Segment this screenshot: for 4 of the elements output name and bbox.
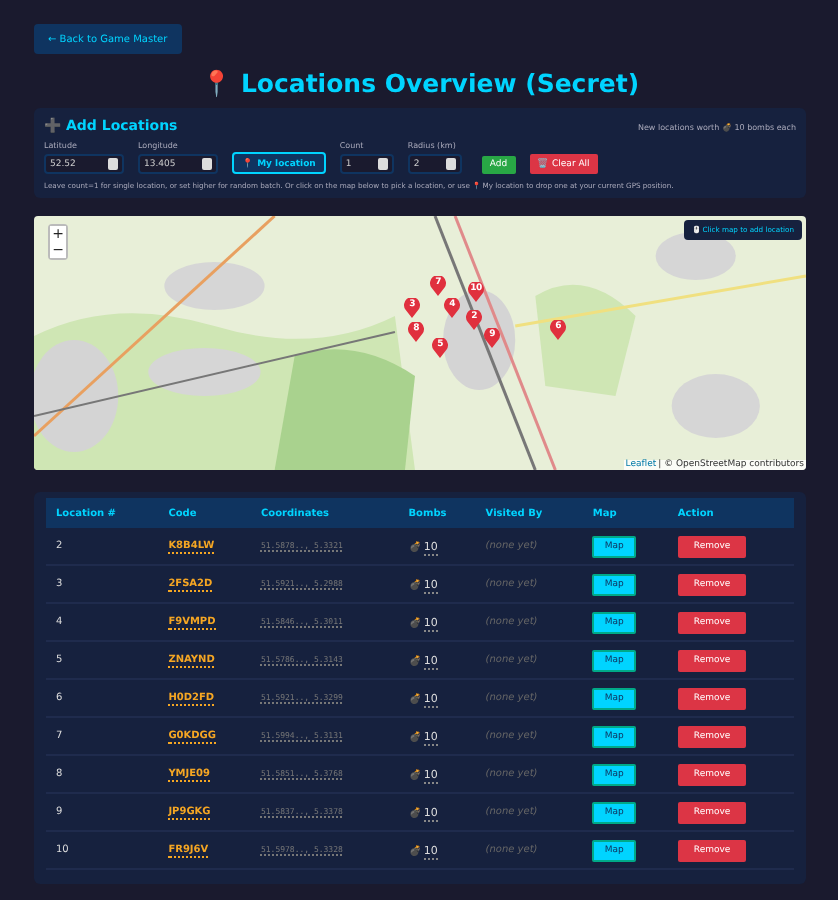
page-title: Locations Overview (Secret)	[240, 68, 640, 98]
spinner-icon[interactable]	[445, 158, 456, 170]
spinner-icon[interactable]	[377, 158, 388, 170]
pin-icon: 📍	[200, 68, 233, 98]
